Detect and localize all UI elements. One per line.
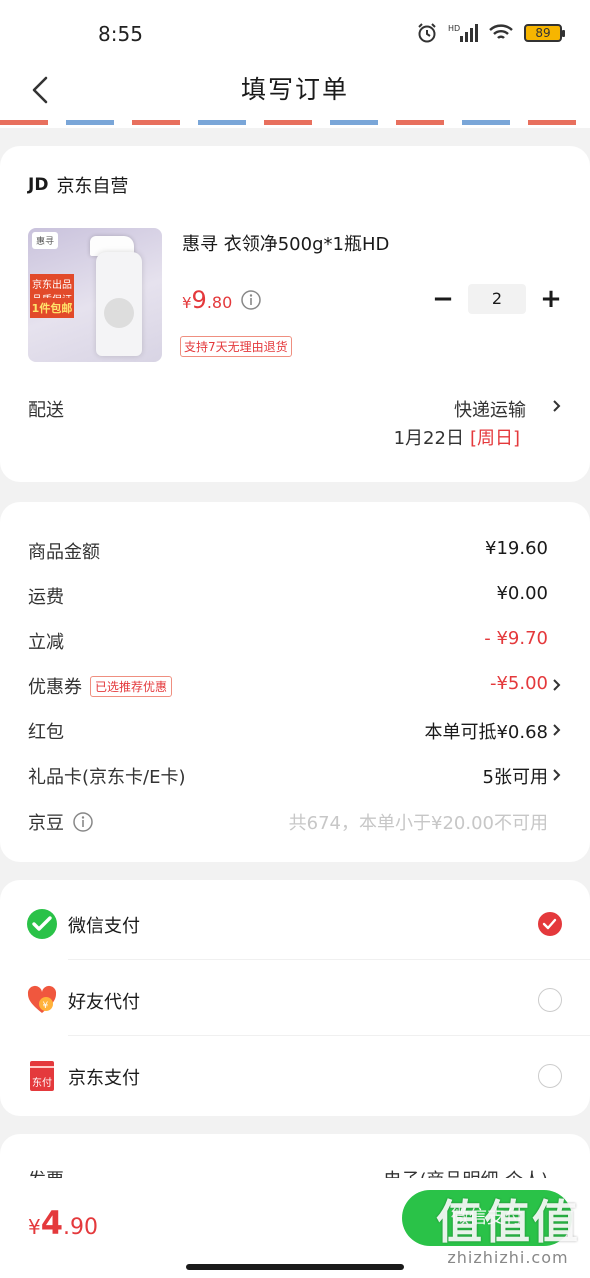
delivery-label: 配送: [28, 400, 64, 421]
summary-row-discount: 立减 - ¥9.70: [0, 618, 590, 663]
row-value: -¥5.00: [489, 673, 548, 694]
coupon-label: 优惠券: [28, 677, 82, 698]
row-value: 本单可抵¥0.68: [424, 722, 548, 743]
delivery-weekday: [周日]: [469, 428, 520, 449]
price-symbol: ¥: [182, 294, 192, 312]
bottle-label-shape: [104, 298, 134, 328]
wechat-pay-icon: [27, 909, 57, 939]
product-card: JD 京东自营 惠寻 京东出品 品质保证 1件包邮 惠寻 衣领净500g*1瓶H…: [0, 146, 590, 482]
page-title: 填写订单: [240, 75, 349, 104]
row-value: ¥19.60: [485, 538, 548, 559]
row-value: 5张可用: [482, 767, 548, 788]
payment-label: 微信支付: [68, 916, 140, 937]
payment-label: 好友代付: [68, 992, 140, 1013]
summary-row-gift-card[interactable]: 礼品卡(京东卡/E卡) 5张可用: [0, 753, 590, 798]
payment-label: 京东支付: [68, 1068, 140, 1089]
watermark-logo: 值值值: [436, 1195, 580, 1249]
airmail-stripe: [0, 120, 590, 125]
payment-option-jdpay[interactable]: 东付 京东支付: [0, 1038, 590, 1112]
heart-yen-icon: ¥: [27, 985, 57, 1013]
row-value: ¥0.00: [496, 583, 548, 604]
delivery-date-text: 1月22日: [393, 428, 464, 449]
summary-row-goods-amount: 商品金额 ¥19.60: [0, 528, 590, 573]
radio-unselected[interactable]: [538, 988, 562, 1012]
total-symbol: ¥: [28, 1215, 41, 1239]
summary-row-shipping: 运费 ¥0.00: [0, 573, 590, 618]
row-label: 礼品卡(京东卡/E卡): [28, 767, 186, 788]
shop-header[interactable]: JD 京东自营: [28, 172, 128, 198]
divider: [68, 959, 590, 960]
row-label: 京豆: [28, 809, 94, 835]
bottom-bar: ¥ 4 .90 微信支付 值值值 zhizhizhi.com: [0, 1178, 590, 1278]
home-indicator[interactable]: [186, 1264, 404, 1270]
payment-option-wechat[interactable]: 微信支付: [0, 886, 590, 960]
total-integer: 4: [40, 1204, 63, 1242]
info-icon[interactable]: [240, 289, 262, 311]
delivery-date: 1月22日 [周日]: [394, 424, 520, 450]
total-decimal: .90: [63, 1215, 98, 1240]
price-decimal: .80: [206, 293, 233, 312]
chevron-right-icon[interactable]: [550, 398, 564, 414]
wifi-icon: [489, 24, 513, 39]
check-icon: [542, 918, 557, 930]
jd-pay-icon-text: 东付: [32, 1076, 52, 1089]
payment-option-friend[interactable]: ¥ 好友代付: [0, 962, 590, 1036]
row-value: 共674，本单小于¥20.00不可用: [288, 813, 548, 834]
product-price: ¥ 9 .80: [182, 286, 232, 314]
summary-row-coupon[interactable]: 优惠券 已选推荐优惠 -¥5.00: [0, 663, 590, 708]
alarm-icon: [418, 23, 436, 43]
return-policy-badge: 支持7天无理由退货: [180, 336, 292, 357]
chevron-right-icon: [553, 679, 561, 691]
product-image-badge: 1件包邮: [30, 298, 74, 318]
hd-signal-icon: HD: [448, 24, 478, 42]
jd-beans-label: 京豆: [28, 813, 64, 834]
chevron-right-icon: [553, 769, 561, 781]
quantity-stepper: − +: [432, 284, 562, 314]
jd-pay-icon: 东付: [30, 1061, 54, 1091]
product-title[interactable]: 惠寻 衣领净500g*1瓶HD: [182, 230, 389, 256]
row-label: 立减: [28, 632, 64, 653]
nav-bar: 填写订单: [0, 62, 590, 118]
divider: [68, 1035, 590, 1036]
row-value: - ¥9.70: [484, 628, 548, 649]
shop-name: 京东自营: [56, 176, 129, 197]
product-image[interactable]: 惠寻 京东出品 品质保证 1件包邮: [28, 228, 162, 362]
payment-card: 微信支付 ¥ 好友代付 东付 京东支付: [0, 880, 590, 1116]
radio-selected[interactable]: [538, 912, 562, 936]
row-label: 红包: [28, 722, 64, 743]
increase-button[interactable]: +: [540, 284, 562, 314]
status-icons: HD 89: [416, 22, 565, 44]
watermark-url: zhizhizhi.com: [447, 1248, 569, 1267]
svg-text:HD: HD: [448, 24, 460, 33]
delivery-method[interactable]: 快递运输: [454, 396, 526, 422]
decrease-button[interactable]: −: [432, 284, 454, 314]
airmail-border: [0, 118, 590, 128]
product-image-brand: 惠寻: [32, 232, 59, 249]
summary-row-red-packet[interactable]: 红包 本单可抵¥0.68: [0, 708, 590, 753]
battery-icon: 89: [524, 24, 565, 42]
row-label: 商品金额: [28, 542, 100, 563]
radio-unselected[interactable]: [538, 1064, 562, 1088]
watermark: 值值值 zhizhizhi.com: [436, 1186, 580, 1267]
row-label: 优惠券 已选推荐优惠: [28, 673, 173, 699]
row-label: 运费: [28, 587, 64, 608]
quantity-input[interactable]: [468, 284, 526, 314]
info-icon[interactable]: [72, 811, 94, 833]
coupon-badge: 已选推荐优惠: [90, 675, 173, 697]
price-summary-card: 商品金额 ¥19.60 运费 ¥0.00 立减 - ¥9.70 优惠券 已选推荐…: [0, 502, 590, 862]
status-time: 8:55: [98, 22, 143, 46]
status-bar: 8:55 HD 89: [0, 0, 590, 62]
svg-text:¥: ¥: [43, 1001, 49, 1011]
chevron-right-icon: [553, 724, 561, 736]
price-integer: 9: [191, 286, 207, 314]
summary-row-jd-beans: 京豆 共674，本单小于¥20.00不可用: [0, 799, 590, 844]
order-total: ¥ 4 .90: [28, 1204, 98, 1242]
jd-logo: JD: [28, 175, 49, 195]
